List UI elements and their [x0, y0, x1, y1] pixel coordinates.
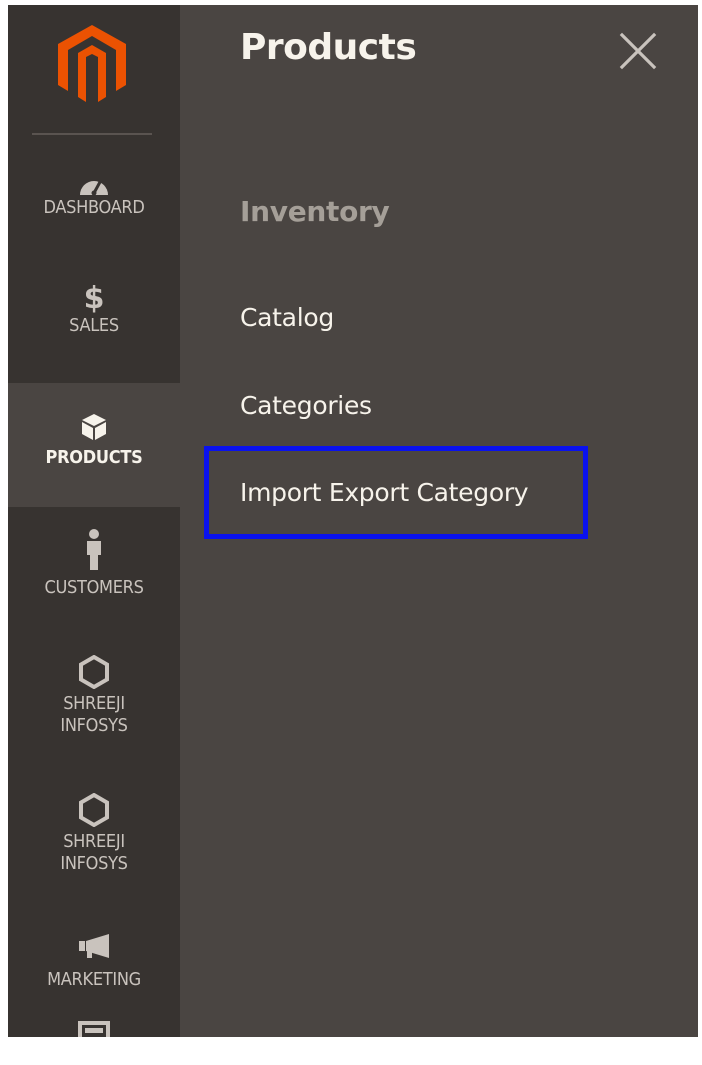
- admin-sidebar: DASHBOARD $ SALES PRODUCTS CUSTOMERS SHR…: [8, 5, 180, 1037]
- nav-label-customers: CUSTOMERS: [44, 577, 144, 598]
- nav-label-products: PRODUCTS: [45, 447, 143, 468]
- submenu-link-catalog[interactable]: Catalog: [240, 303, 334, 332]
- nav-label-dashboard: DASHBOARD: [43, 197, 145, 218]
- nav-label-shreeji: SHREEJI: [63, 693, 125, 714]
- cube-icon: [82, 414, 106, 440]
- nav-label-marketing: MARKETING: [47, 969, 141, 990]
- dashboard-gauge-icon: [80, 180, 108, 196]
- content-icon[interactable]: [78, 1021, 110, 1037]
- nav-item-sales[interactable]: $ SALES: [8, 267, 180, 367]
- magento-logo-icon[interactable]: [56, 23, 128, 105]
- nav-label-sales: SALES: [69, 315, 119, 336]
- megaphone-icon: [79, 934, 109, 958]
- nav-label-infosys: INFOSYS: [60, 853, 128, 874]
- nav-item-marketing[interactable]: MARKETING: [8, 933, 180, 1023]
- nav-label-shreeji: SHREEJI: [63, 831, 125, 852]
- sidebar-divider: [32, 133, 152, 135]
- person-icon: [87, 529, 101, 570]
- nav-label-infosys: INFOSYS: [60, 715, 128, 736]
- nav-item-shreeji-infosys-1[interactable]: SHREEJI INFOSYS: [8, 655, 180, 765]
- nav-item-dashboard[interactable]: DASHBOARD: [8, 155, 180, 255]
- section-title-inventory: Inventory: [240, 195, 390, 228]
- close-icon[interactable]: [616, 29, 660, 73]
- nav-item-shreeji-infosys-2[interactable]: SHREEJI INFOSYS: [8, 793, 180, 903]
- nav-item-products[interactable]: PRODUCTS: [8, 383, 180, 507]
- hexagon-icon: [79, 655, 109, 689]
- dollar-icon: $: [83, 281, 105, 316]
- admin-frame: DASHBOARD $ SALES PRODUCTS CUSTOMERS SHR…: [8, 5, 698, 1037]
- submenu-link-categories[interactable]: Categories: [240, 391, 372, 420]
- panel-title: Products: [240, 27, 417, 68]
- highlight-box: [204, 446, 588, 539]
- nav-item-customers[interactable]: CUSTOMERS: [8, 513, 180, 617]
- hexagon-icon: [79, 793, 109, 827]
